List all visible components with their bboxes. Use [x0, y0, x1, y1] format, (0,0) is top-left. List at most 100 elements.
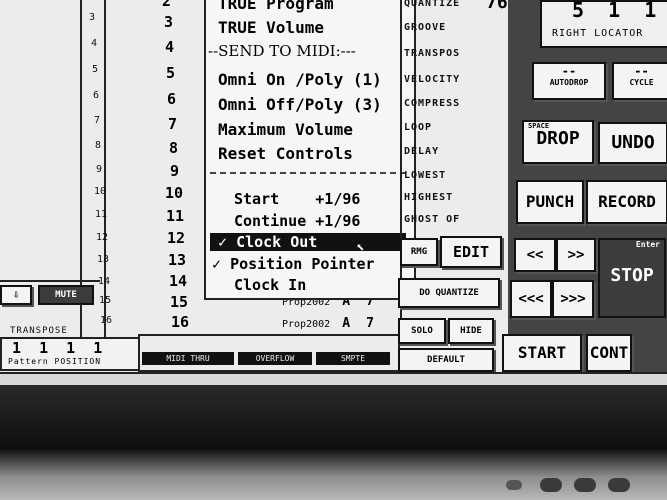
enter-key-label: Enter — [635, 240, 660, 249]
scroll-down-button[interactable]: ⇩ — [0, 285, 32, 305]
stop-button[interactable]: Enter STOP — [598, 238, 666, 318]
menu-item-clock-out[interactable]: ✓ Clock Out — [210, 233, 406, 251]
transpose-label: TRANSPOSE — [10, 326, 68, 336]
rewind-button[interactable]: << — [514, 238, 556, 272]
lowest-label: LOWEST — [404, 170, 447, 181]
track-number: 3 — [88, 12, 96, 23]
menu-item-omni-off[interactable]: Omni Off/Poly (3) — [218, 95, 382, 114]
solo-button[interactable]: SOLO — [398, 318, 446, 344]
delay-label: DELAY — [404, 146, 440, 157]
menu-item-reset-controls[interactable]: Reset Controls — [218, 144, 353, 163]
position-pointer-check: ✓ — [212, 255, 222, 273]
pattern-position-label: Pattern POSITION — [8, 357, 102, 366]
track-number: 12 — [95, 232, 109, 243]
position-box[interactable]: 1 1 1 1 Pattern POSITION — [0, 337, 140, 371]
pattern-number: 13 — [168, 251, 187, 269]
hide-button[interactable]: HIDE — [448, 318, 494, 344]
track-number: 11 — [94, 209, 108, 220]
drop-label: DROP — [536, 128, 580, 149]
monitor-bezel — [0, 385, 667, 500]
groove-label: GROOVE — [404, 22, 447, 33]
monitor-button-icon[interactable] — [608, 478, 630, 492]
menu-item-maximum-volume[interactable]: Maximum Volume — [218, 120, 353, 139]
pattern-number: 11 — [166, 207, 185, 225]
menu-item-true-program[interactable]: TRUE Program — [218, 0, 334, 13]
right-locator-label: RIGHT LOCATOR — [552, 28, 644, 39]
pattern-number: 16 — [171, 313, 190, 331]
pattern-number: 5 — [166, 64, 176, 82]
right-locator-value: 5 1 1 — [572, 0, 657, 22]
power-led-icon — [506, 480, 522, 490]
edit-button[interactable]: EDIT — [440, 236, 502, 268]
undo-button[interactable]: UNDO — [598, 122, 667, 164]
position-pointer-label: Position Pointer — [230, 255, 375, 273]
pattern-number: 8 — [169, 139, 179, 157]
pattern-name: Prop2002 — [282, 319, 331, 330]
compress-label: COMPRESS — [404, 98, 461, 109]
left-panel-divider — [0, 280, 100, 282]
do-quantize-button[interactable]: DO QUANTIZE — [398, 278, 500, 308]
menu-item-true-volume[interactable]: TRUE Volume — [218, 18, 324, 37]
menu-item-position-pointer[interactable]: ✓ Position Pointer — [212, 255, 375, 273]
start-button[interactable]: START — [502, 334, 582, 372]
menu-item-clock-in[interactable]: Clock In — [234, 276, 306, 294]
overflow-indicator: OVERFLOW — [238, 352, 312, 365]
midi-options-menu: TRUE Program TRUE Volume --SEND TO MIDI:… — [204, 0, 416, 300]
track-number: 16 — [99, 315, 113, 326]
track-number: 8 — [94, 140, 102, 151]
pattern-number: 3 — [164, 13, 174, 31]
monitor-button-icon[interactable] — [574, 478, 596, 492]
autodrop-value: -- — [561, 64, 577, 78]
fast-forward-button[interactable]: >> — [556, 238, 596, 272]
transpos-label: TRANSPOS — [404, 48, 461, 59]
drop-button[interactable]: SPACE DROP — [522, 120, 594, 164]
track-number: 5 — [91, 64, 99, 75]
pattern-number: 14 — [169, 272, 188, 290]
pattern-number: 7 — [168, 115, 178, 133]
midi-thru-indicator: MIDI THRU — [142, 352, 234, 365]
rmg-button[interactable]: RMG — [400, 238, 438, 266]
loop-label: LOOP — [404, 122, 433, 133]
pattern-number: 9 — [170, 162, 180, 180]
track-number: 10 — [93, 186, 107, 197]
monitor-button-icon[interactable] — [540, 478, 562, 492]
highest-label: HIGHEST — [404, 192, 454, 203]
track-number: 4 — [90, 38, 98, 49]
fast-rewind-button[interactable]: <<< — [510, 280, 552, 318]
track-number: 6 — [92, 90, 100, 101]
pattern-channel: A — [342, 316, 351, 331]
ghost-label: GHOST OF — [404, 214, 461, 225]
menu-item-continue[interactable]: Continue +1/96 — [234, 212, 360, 230]
pattern-number: 4 — [165, 38, 175, 56]
menu-item-start[interactable]: Start +1/96 — [234, 190, 360, 208]
fast-fast-forward-button[interactable]: >>> — [552, 280, 594, 318]
clock-out-label: Clock Out — [236, 233, 318, 251]
track-number: 7 — [93, 115, 101, 126]
pattern-number: 2 — [162, 0, 172, 10]
pattern-number: 12 — [167, 229, 186, 247]
right-locator-box[interactable]: 5 1 1 RIGHT LOCATOR — [540, 0, 667, 48]
track-number: 15 — [98, 295, 112, 306]
mute-button[interactable]: MUTE — [38, 285, 94, 305]
autodrop-button[interactable]: -- AUTODROP — [532, 62, 606, 100]
atari-screen: 3 4 5 6 7 8 9 10 11 12 13 14 15 16 ⇩ MUT… — [0, 0, 667, 385]
record-button[interactable]: RECORD — [586, 180, 667, 224]
clock-out-check: ✓ — [218, 233, 228, 251]
default-button[interactable]: DEFAULT — [398, 348, 494, 372]
track-number: 13 — [96, 254, 110, 265]
menu-item-omni-on[interactable]: Omni On /Poly (1) — [218, 70, 382, 89]
pattern-number: 10 — [165, 184, 184, 202]
punch-button[interactable]: PUNCH — [516, 180, 584, 224]
continue-button[interactable]: CONT — [586, 334, 632, 372]
pattern-row[interactable]: Prop2002 A 7 — [282, 316, 374, 331]
mouse-pointer-icon: ⬉ — [356, 240, 365, 256]
menu-divider — [210, 172, 406, 174]
pattern-number: 6 — [167, 90, 177, 108]
menu-section-send-to-midi: --SEND TO MIDI:--- — [208, 42, 356, 60]
velocity-label: VELOCITY — [404, 74, 461, 85]
stop-label: STOP — [610, 265, 654, 286]
cycle-label: CYCLE — [629, 78, 654, 87]
pattern-number: 15 — [170, 293, 189, 311]
pattern-value: 7 — [366, 316, 374, 331]
cycle-button[interactable]: -- CYCLE — [612, 62, 667, 100]
